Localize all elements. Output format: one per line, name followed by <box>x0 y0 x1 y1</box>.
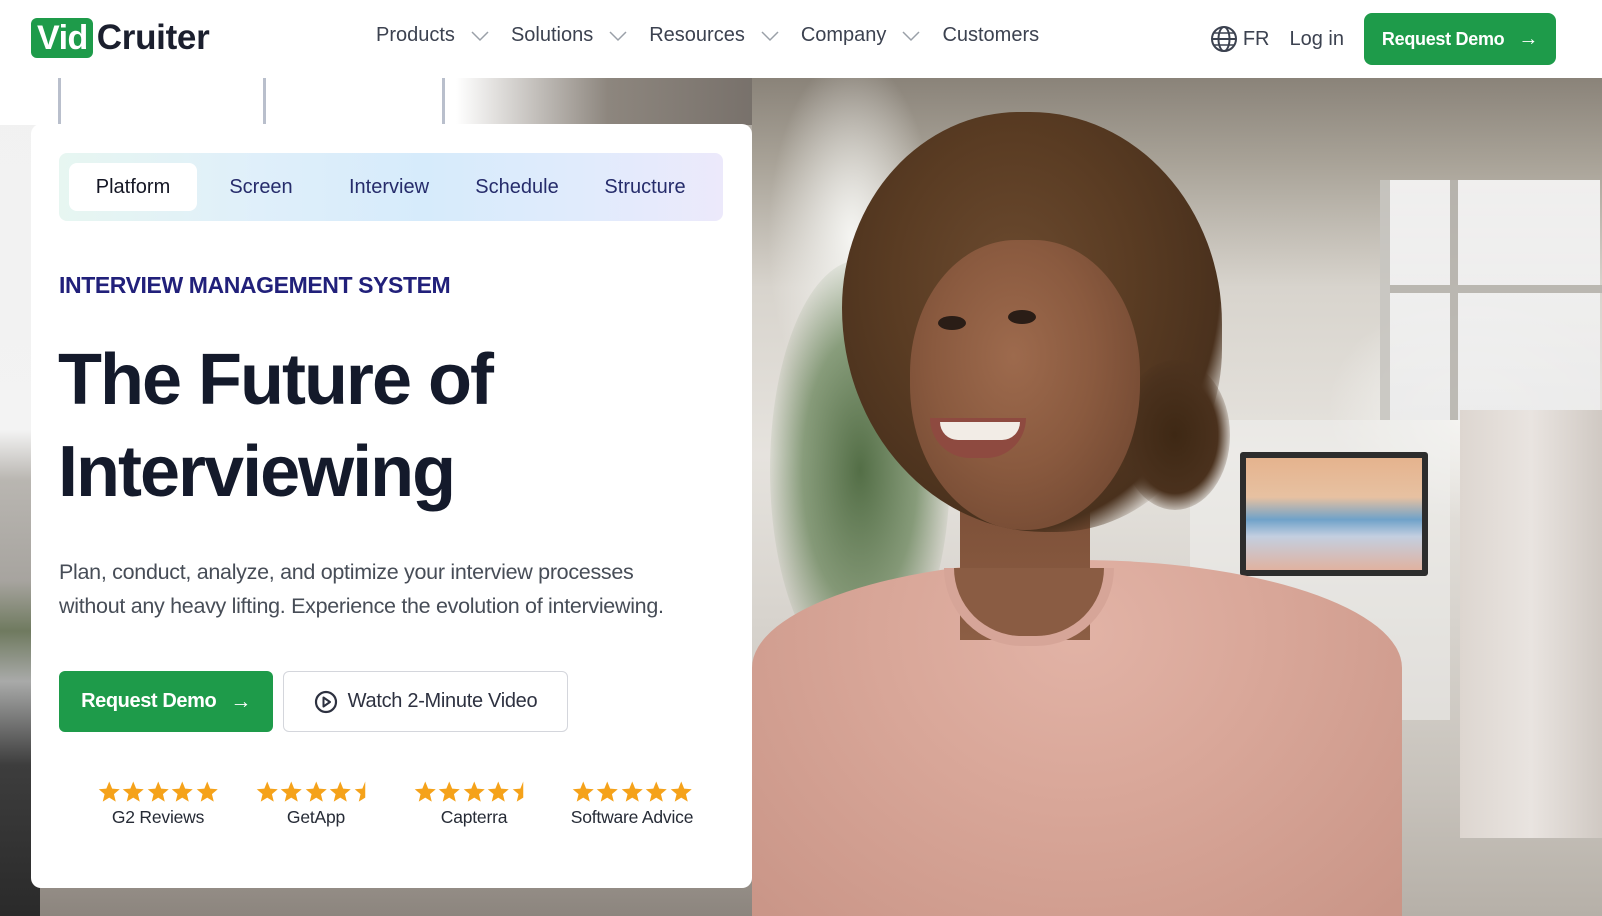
star-rating <box>571 780 694 804</box>
site-header: Vid Cruiter Products Solutions Resources… <box>0 0 1602 78</box>
star-icon <box>414 781 436 802</box>
review-g2[interactable]: G2 Reviews <box>79 780 237 828</box>
nav-label: Solutions <box>510 24 594 46</box>
nav-label: Company <box>800 24 887 46</box>
tab-interview[interactable]: Interview <box>325 163 453 211</box>
review-capterra[interactable]: Capterra <box>395 780 553 828</box>
nav-item-company[interactable]: Company <box>801 24 943 47</box>
nav-label: Products <box>376 24 455 46</box>
review-ratings: G2 Reviews GetApp Capterra Software Advi… <box>79 780 711 828</box>
button-label: Request Demo <box>1381 28 1505 49</box>
logo-wordmark: Cruiter <box>96 18 210 57</box>
headline-line-2: Interviewing <box>58 432 456 512</box>
button-label: Watch 2-Minute Video <box>347 690 538 712</box>
star-icon <box>123 781 144 802</box>
globe-icon <box>1210 26 1237 52</box>
star-rating <box>97 780 220 804</box>
header-actions: FR Log in Request Demo → <box>1210 13 1602 65</box>
button-label: Request Demo <box>81 690 217 712</box>
hero-eyebrow: INTERVIEW MANAGEMENT SYSTEM <box>59 272 451 298</box>
nav-item-customers[interactable]: Customers <box>942 24 1039 47</box>
nav-item-products[interactable]: Products <box>376 24 511 47</box>
star-icon <box>98 781 120 802</box>
product-tabs: Platform Screen Interview Schedule Struc… <box>59 153 723 221</box>
star-rating <box>413 780 536 804</box>
review-getapp[interactable]: GetApp <box>237 780 395 828</box>
review-source: Capterra <box>440 807 508 827</box>
tab-structure[interactable]: Structure <box>581 163 709 211</box>
star-icon <box>597 781 618 802</box>
hero-description: Plan, conduct, analyze, and optimize you… <box>59 555 729 623</box>
star-icon <box>439 781 460 802</box>
chevron-down-icon <box>902 27 920 45</box>
star-icon <box>621 781 643 802</box>
description-line-2: without any heavy lifting. Experience th… <box>59 594 664 618</box>
half-star-icon <box>354 781 365 802</box>
login-link[interactable]: Log in <box>1290 28 1345 51</box>
tab-platform[interactable]: Platform <box>69 163 197 211</box>
review-software-advice[interactable]: Software Advice <box>553 780 711 828</box>
background-photo-top <box>0 78 760 125</box>
background-divider <box>442 78 445 124</box>
star-icon <box>281 781 302 802</box>
background-divider <box>58 78 61 124</box>
headline-line-1: The Future of <box>58 340 494 420</box>
star-rating <box>255 780 378 804</box>
nav-label: Customers <box>942 24 1040 46</box>
background-divider <box>263 78 266 124</box>
half-star-icon <box>512 781 523 802</box>
nav-label: Resources <box>649 24 745 46</box>
review-source: GetApp <box>286 807 346 827</box>
request-demo-button[interactable]: Request Demo → <box>59 671 273 732</box>
star-icon <box>646 781 667 802</box>
hero-headline: The Future of Interviewing <box>58 334 698 518</box>
star-icon <box>330 781 351 802</box>
star-icon <box>572 781 594 802</box>
watch-video-button[interactable]: Watch 2-Minute Video <box>283 671 568 732</box>
nav-item-resources[interactable]: Resources <box>649 24 801 47</box>
review-source: G2 Reviews <box>111 807 205 827</box>
star-icon <box>488 781 509 802</box>
tab-screen[interactable]: Screen <box>197 163 325 211</box>
header-request-demo-button[interactable]: Request Demo → <box>1364 13 1556 65</box>
language-switcher[interactable]: FR <box>1210 25 1270 53</box>
star-icon <box>256 781 278 802</box>
chevron-down-icon <box>471 27 489 45</box>
star-icon <box>147 781 169 802</box>
office-background <box>752 78 1602 916</box>
arrow-right-icon: → <box>230 689 251 713</box>
arrow-right-icon: → <box>1518 27 1539 50</box>
play-circle-icon <box>314 690 337 713</box>
logo-vid-badge: Vid <box>31 18 93 58</box>
nav-item-solutions[interactable]: Solutions <box>511 24 649 47</box>
chevron-down-icon <box>609 27 627 45</box>
main-nav: Products Solutions Resources Company Cus… <box>376 24 1039 47</box>
chevron-down-icon <box>761 27 779 45</box>
star-icon <box>172 781 193 802</box>
star-icon <box>463 781 485 802</box>
star-icon <box>196 781 218 802</box>
tab-schedule[interactable]: Schedule <box>453 163 581 211</box>
description-line-1: Plan, conduct, analyze, and optimize you… <box>59 560 634 584</box>
review-source: Software Advice <box>570 807 694 827</box>
language-label: FR <box>1242 27 1270 50</box>
star-icon <box>305 781 327 802</box>
hero-card: Platform Screen Interview Schedule Struc… <box>31 124 752 888</box>
vidcruiter-logo[interactable]: Vid Cruiter <box>31 18 210 58</box>
star-icon <box>670 781 692 802</box>
